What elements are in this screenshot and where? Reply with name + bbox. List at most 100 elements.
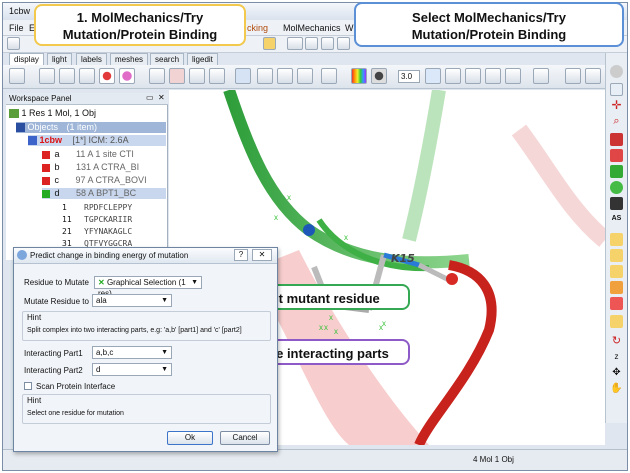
- target-icon[interactable]: [610, 65, 623, 78]
- objects-icon: [16, 123, 25, 133]
- as-icon[interactable]: AS: [610, 213, 623, 226]
- cancel-button[interactable]: Cancel: [220, 431, 270, 445]
- distance-icon[interactable]: [445, 68, 461, 84]
- float-icon[interactable]: ▭: [146, 93, 154, 102]
- select-atom-icon[interactable]: [610, 149, 623, 162]
- angle-icon[interactable]: [465, 68, 481, 84]
- object-row[interactable]: 1cbw [1*] ICM: 2.6A: [28, 135, 166, 146]
- cube-icon[interactable]: [337, 37, 350, 50]
- hint-title: Hint: [27, 313, 42, 322]
- pdb-icon[interactable]: [287, 37, 303, 50]
- save-icon[interactable]: [565, 68, 581, 84]
- chain-row-b[interactable]: b 131 A CTRA_BI: [42, 162, 139, 173]
- atom-icon[interactable]: [257, 68, 273, 84]
- mutate-residue-to-value: ala: [96, 296, 107, 305]
- object-icon[interactable]: [321, 68, 337, 84]
- slab-icon[interactable]: [610, 281, 623, 294]
- select-residue-icon[interactable]: [610, 133, 623, 146]
- interacting-part2-combo[interactable]: d ▼: [92, 363, 172, 376]
- help-icon[interactable]: ?: [234, 249, 248, 261]
- erase-measure-icon[interactable]: [505, 68, 521, 84]
- select-green-icon[interactable]: [610, 165, 623, 178]
- svg-text:x: x: [329, 313, 333, 322]
- fit-icon[interactable]: [425, 68, 441, 84]
- helix-strand: [402, 90, 446, 242]
- interacting-part1-label: Interacting Part1: [24, 349, 83, 358]
- surface-icon[interactable]: [169, 68, 185, 84]
- menu-molmechanics[interactable]: MolMechanics: [283, 23, 341, 33]
- zoom-icon[interactable]: ⌕: [610, 115, 623, 128]
- settings-icon[interactable]: [321, 37, 334, 50]
- clip-back-icon[interactable]: [610, 265, 623, 278]
- rotate-z-icon[interactable]: z: [610, 351, 623, 364]
- clip-icon[interactable]: [610, 233, 623, 246]
- close-icon[interactable]: ✕: [252, 249, 272, 261]
- hand-icon[interactable]: ✋: [610, 383, 623, 396]
- svg-text:x: x: [324, 323, 328, 332]
- close-icon[interactable]: ✕: [158, 93, 165, 102]
- pencil-icon[interactable]: [39, 68, 55, 84]
- seq-number: 21: [62, 227, 72, 236]
- undo-icon[interactable]: [585, 68, 601, 84]
- tab-display[interactable]: display: [9, 53, 44, 65]
- chain-id: a: [54, 149, 60, 159]
- grid-icon[interactable]: [305, 37, 318, 50]
- ribbon-icon[interactable]: [149, 68, 165, 84]
- interacting-part1-combo[interactable]: a,b,c ▼: [92, 346, 172, 359]
- main-toolbar: 3.0: [3, 65, 627, 89]
- chevron-down-icon: ▼: [191, 279, 198, 286]
- rotate-icon[interactable]: [533, 68, 549, 84]
- hbond-icon[interactable]: [209, 68, 225, 84]
- tab-meshes[interactable]: meshes: [110, 53, 149, 65]
- chain-icon[interactable]: [297, 68, 313, 84]
- folder-icon[interactable]: [263, 37, 276, 50]
- sphere-icon[interactable]: [371, 68, 387, 84]
- chevron-down-icon: ▼: [161, 349, 168, 356]
- red-ribbon: [414, 260, 497, 445]
- rotate-x-icon[interactable]: ↻: [610, 335, 623, 348]
- objects-label: Objects: [27, 122, 59, 132]
- stick-icon[interactable]: [59, 68, 75, 84]
- select-black-icon[interactable]: [610, 197, 623, 210]
- line-icon[interactable]: [79, 68, 95, 84]
- color-palette-icon[interactable]: [351, 68, 367, 84]
- ball-icon[interactable]: [99, 68, 115, 84]
- residue-to-mutate-combo[interactable]: ✕ Graphical Selection (1 res) ▼: [94, 276, 202, 298]
- fog-icon[interactable]: [610, 297, 623, 310]
- svg-text:x: x: [382, 319, 386, 328]
- wire-icon[interactable]: [9, 68, 25, 84]
- skin-icon[interactable]: [189, 68, 205, 84]
- zoom-input[interactable]: 3.0: [398, 70, 420, 83]
- chain-row-c[interactable]: c 97 A CTRA_BOVI: [42, 175, 147, 186]
- mutate-residue-to-combo[interactable]: ala ▼: [92, 294, 172, 307]
- seq-text[interactable]: RPDFCLEPPY: [84, 203, 132, 212]
- menu-file[interactable]: File: [9, 23, 24, 33]
- lock-icon[interactable]: [610, 315, 623, 328]
- chain-row-d[interactable]: d 58 A BPT1_BC: [42, 188, 166, 199]
- clip-front-icon[interactable]: [610, 249, 623, 262]
- chevron-down-icon: ▼: [161, 366, 168, 373]
- cursor-icon[interactable]: [610, 83, 623, 96]
- tab-labels[interactable]: labels: [76, 53, 107, 65]
- tab-ligedit[interactable]: ligedit: [187, 53, 218, 65]
- translate-icon[interactable]: ✥: [610, 367, 623, 380]
- objects-row[interactable]: Objects (1 item): [16, 122, 166, 133]
- new-icon[interactable]: [7, 37, 20, 50]
- residue-icon[interactable]: [277, 68, 293, 84]
- move-icon[interactable]: ✛: [610, 99, 623, 112]
- grid-select-icon[interactable]: [235, 68, 251, 84]
- seq-text[interactable]: TGPCKARIIR: [84, 215, 132, 224]
- ok-button[interactable]: Ok: [167, 431, 213, 445]
- chain-desc: 11 A 1 site CTI: [76, 149, 134, 159]
- seq-text[interactable]: YFYNAKAGLC: [84, 227, 132, 236]
- right-toolbar: ✛ ⌕ AS ↻ z ✥ ✋: [605, 53, 627, 423]
- torsion-icon[interactable]: [485, 68, 501, 84]
- select-sphere-icon[interactable]: [610, 181, 623, 194]
- menu-docking-partial[interactable]: cking: [247, 23, 268, 33]
- tab-light[interactable]: light: [47, 53, 72, 65]
- chain-id: b: [54, 162, 60, 172]
- scan-checkbox[interactable]: [24, 382, 32, 390]
- cpk-icon[interactable]: [119, 68, 135, 84]
- tab-search[interactable]: search: [150, 53, 185, 65]
- chain-row-a[interactable]: a 11 A 1 site CTI: [42, 149, 134, 160]
